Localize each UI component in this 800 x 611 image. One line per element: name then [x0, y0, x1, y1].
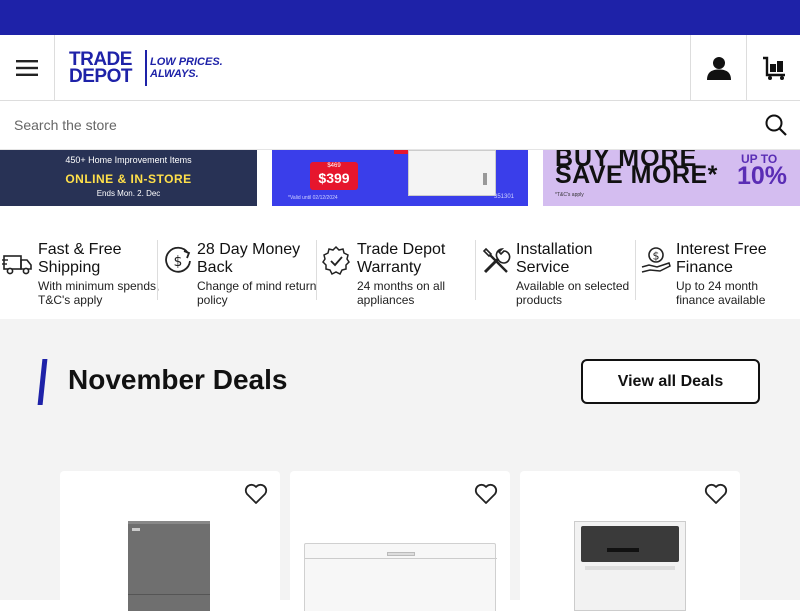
sale-price: $399	[318, 170, 350, 186]
feature-subtitle: Up to 24 month finance available	[676, 279, 766, 307]
product-card[interactable]	[60, 471, 280, 611]
banner-tc: *T&C's apply	[555, 192, 584, 198]
search-icon[interactable]	[764, 113, 788, 137]
banner-percent: 10%	[737, 162, 788, 190]
washing-machine-image	[574, 521, 686, 611]
freezer-image	[408, 150, 496, 196]
product-code: 351301	[494, 194, 515, 200]
heart-icon[interactable]	[244, 483, 268, 505]
product-card[interactable]	[520, 471, 740, 611]
feature-title: Trade Depot Warranty	[357, 241, 446, 276]
logo-main-text: TRADE DEPOT	[69, 49, 132, 87]
heart-icon[interactable]	[474, 483, 498, 505]
feature-title: 28 Day Money Back	[197, 241, 301, 276]
dollar-return-icon: $	[165, 246, 191, 273]
banner-headline-2: SAVE MORE*	[555, 161, 718, 189]
feature-title: Fast & Free Shipping	[38, 241, 122, 276]
feature-subtitle: 24 months on all appliances	[357, 279, 446, 307]
truck-icon	[2, 255, 32, 275]
svg-text:$: $	[653, 250, 660, 263]
feature-subtitle: With minimum spends, T&C's apply	[38, 279, 160, 307]
promo-banner-freezer[interactable]: $469 $399 *Valid until 02/12/2024 351301	[272, 150, 528, 206]
feature-divider	[316, 240, 317, 300]
price-tag: $469 $399	[310, 162, 358, 190]
feature-divider	[635, 240, 636, 300]
promo-banner-home-improvement[interactable]: 450+ Home Improvement Items ONLINE & IN-…	[0, 150, 257, 206]
view-all-deals-button[interactable]: View all Deals	[581, 359, 760, 404]
feature-shipping[interactable]: Fast & Free Shipping With minimum spends…	[2, 239, 160, 311]
feature-divider	[475, 240, 476, 300]
search-bar	[0, 101, 800, 150]
feature-finance[interactable]: $ Interest Free Finance Up to 24 month f…	[640, 239, 800, 311]
feature-subtitle: Available on selected products	[516, 279, 630, 307]
banner-highlight: ONLINE & IN-STORE	[65, 172, 192, 186]
feature-warranty[interactable]: Trade Depot Warranty 24 months on all ap…	[320, 239, 475, 311]
deals-section: November Deals View all Deals	[0, 319, 800, 611]
shield-check-icon	[322, 245, 350, 276]
product-card[interactable]	[290, 471, 510, 611]
feature-money-back[interactable]: $ 28 Day Money Back Change of mind retur…	[162, 239, 317, 311]
feature-installation[interactable]: Installation Service Available on select…	[480, 239, 635, 311]
feature-divider	[157, 240, 158, 300]
promo-banner-carousel: 450+ Home Improvement Items ONLINE & IN-…	[0, 150, 800, 206]
hand-dollar-icon: $	[641, 247, 671, 273]
logo-divider	[145, 50, 147, 86]
site-header: TRADE DEPOT LOW PRICES. ALWAYS.	[0, 35, 800, 101]
site-logo[interactable]: TRADE DEPOT LOW PRICES. ALWAYS.	[69, 49, 230, 87]
svg-text:$: $	[174, 254, 183, 270]
feature-title: Interest Free Finance	[676, 241, 767, 276]
tools-icon	[482, 247, 511, 274]
top-promo-bar	[0, 0, 800, 35]
was-price: $469	[327, 163, 341, 169]
menu-button[interactable]	[0, 35, 55, 100]
feature-subtitle: Change of mind return policy	[197, 279, 317, 307]
search-input[interactable]	[0, 101, 750, 149]
banner-fine-print: *Valid until 02/12/2024	[288, 195, 338, 201]
section-title: November Deals	[68, 364, 288, 395]
feature-title: Installation Service	[516, 241, 593, 276]
feature-strip: Fast & Free Shipping With minimum spends…	[0, 206, 800, 319]
promo-banner-buy-more[interactable]: BUY MORE SAVE MORE* UP TO 10% *T&C's app…	[543, 150, 800, 206]
user-icon	[706, 56, 731, 80]
banner-text: 450+ Home Improvement Items	[65, 155, 192, 165]
logo-tagline: LOW PRICES. ALWAYS.	[150, 56, 223, 80]
cart-icon	[762, 56, 785, 80]
chest-freezer-image	[304, 543, 497, 611]
section-accent-bar	[37, 359, 48, 405]
heart-icon[interactable]	[704, 483, 728, 505]
banner-end-date: Ends Mon. 2. Dec	[96, 189, 161, 198]
cart-button[interactable]	[746, 35, 800, 100]
fridge-image	[128, 521, 210, 611]
hamburger-menu-icon	[16, 59, 38, 76]
account-button[interactable]	[690, 35, 746, 100]
